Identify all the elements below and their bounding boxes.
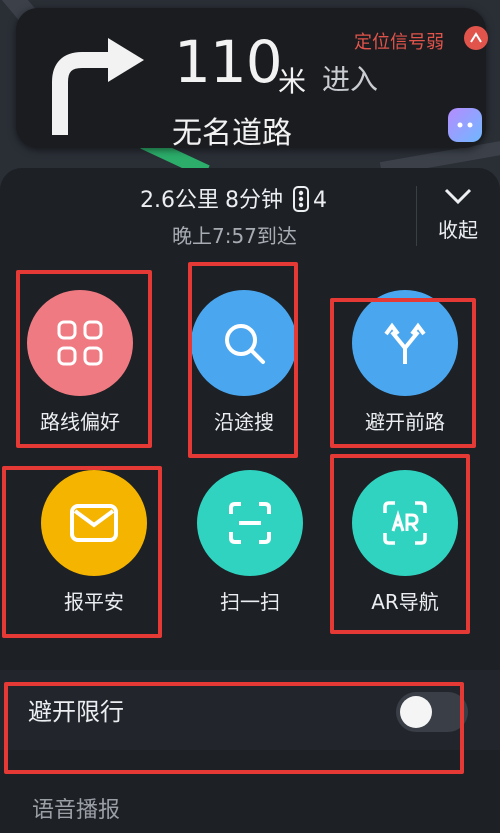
voice-assistant-icon[interactable] [448,108,482,142]
turn-right-arrow-icon [52,38,144,135]
guidance-action: 进入 [322,63,379,96]
weak-signal-icon [464,26,488,50]
turn-guidance-card: 110 米 进入 无名道路 定位信号弱 [16,8,488,151]
highlight-box-report-safety [2,466,162,638]
chevron-down-icon [444,188,472,205]
highlight-box-avoid-road [330,298,476,448]
collapse-button[interactable]: 收起 [430,182,486,252]
traffic-light-count: 4 [313,188,327,213]
gps-signal-warning: 定位信号弱 [354,32,444,53]
highlight-box-search-along [188,262,298,458]
highlight-box-route-preference [16,270,152,448]
trip-summary: 2.6公里 8分钟 4 [140,182,333,214]
collapse-label: 收起 [438,218,478,242]
divider [416,186,417,246]
distance-value: 110 [174,28,283,96]
highlight-box-avoid-restriction [4,682,464,774]
scan-button[interactable]: 扫一扫 [180,448,320,614]
remaining-distance: 2.6公里 [140,188,219,213]
voice-broadcast-label[interactable]: 语音播报 [32,792,120,824]
highlight-box-ar-navigation [330,454,470,634]
scan-icon [229,502,271,544]
scan-circle [197,470,303,576]
distance-unit: 米 [278,65,307,98]
remaining-time: 8分钟 [225,188,283,213]
arrival-time: 晚上7:57到达 [172,224,297,248]
scan-label: 扫一扫 [220,590,280,614]
road-name: 无名道路 [172,116,292,151]
traffic-light-icon [293,186,309,212]
